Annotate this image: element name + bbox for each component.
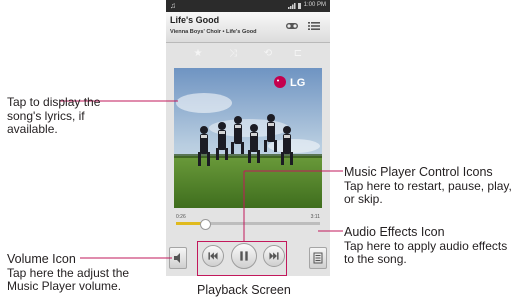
- effects-callout-text: Tap here to apply audio effects to the s…: [344, 238, 508, 266]
- album-art[interactable]: LG: [174, 68, 322, 208]
- add-to-playlist-icon[interactable]: ⊏: [290, 46, 306, 62]
- volume-callout-title: Volume Icon: [7, 252, 76, 266]
- status-time: 1:00 PM: [303, 2, 326, 8]
- playlist-icon[interactable]: [308, 20, 320, 32]
- volume-callout-text: Tap here the adjust the Music Player vol…: [7, 265, 130, 293]
- volume-callout: Volume Icon Tap here the adjust the Musi…: [7, 252, 157, 294]
- lyrics-callout-text: Tap to display the song's lyrics, if ava…: [7, 95, 101, 136]
- song-title: Life's Good: [170, 15, 220, 25]
- music-note-icon: ♫: [170, 1, 176, 10]
- signal-icon: [288, 3, 301, 9]
- controls-callout: Music Player Control Icons Tap here to r…: [344, 165, 512, 207]
- effects-callout-title: Audio Effects Icon: [344, 225, 445, 239]
- controls-callout-text: Tap here to restart, pause, play, or ski…: [344, 178, 512, 206]
- song-header: Life's Good Vienna Boys' Choir • Life's …: [166, 12, 330, 43]
- progress-area: 0:26 3:11: [166, 210, 330, 234]
- repeat-icon[interactable]: ⟲: [260, 46, 276, 62]
- progress-bar[interactable]: [176, 219, 320, 230]
- total-time: 3:11: [310, 214, 320, 220]
- album-logo-text: LG: [290, 77, 305, 89]
- status-bar: ♫ 1:00 PM: [166, 0, 330, 12]
- audio-effects-button[interactable]: [309, 247, 327, 269]
- shuffle-icon[interactable]: ⤨: [225, 46, 241, 62]
- lyrics-callout: Tap to display the song's lyrics, if ava…: [7, 95, 102, 137]
- album-art-image: LG: [174, 68, 322, 208]
- lg-logo-icon: [274, 76, 286, 88]
- progress-thumb[interactable]: [199, 219, 211, 230]
- option-bar: ★ ⤨ ⟲ ⊏: [166, 43, 330, 65]
- effects-callout: Audio Effects Icon Tap here to apply aud…: [344, 225, 512, 267]
- controls-highlight-box: [197, 241, 287, 276]
- phone-screen: ♫ 1:00 PM Life's Good Vienna Boys' Choir…: [166, 0, 330, 276]
- favorite-star-icon[interactable]: ★: [190, 46, 206, 62]
- audio-effects-icon: [313, 252, 323, 264]
- controls-callout-title: Music Player Control Icons: [344, 165, 493, 179]
- share-icon[interactable]: [285, 20, 299, 32]
- figure-caption: Playback Screen: [197, 283, 291, 297]
- volume-button[interactable]: [169, 247, 187, 269]
- song-artist-album: Vienna Boys' Choir • Life's Good: [170, 29, 257, 35]
- volume-icon: [174, 253, 180, 263]
- elapsed-time: 0:26: [176, 214, 186, 220]
